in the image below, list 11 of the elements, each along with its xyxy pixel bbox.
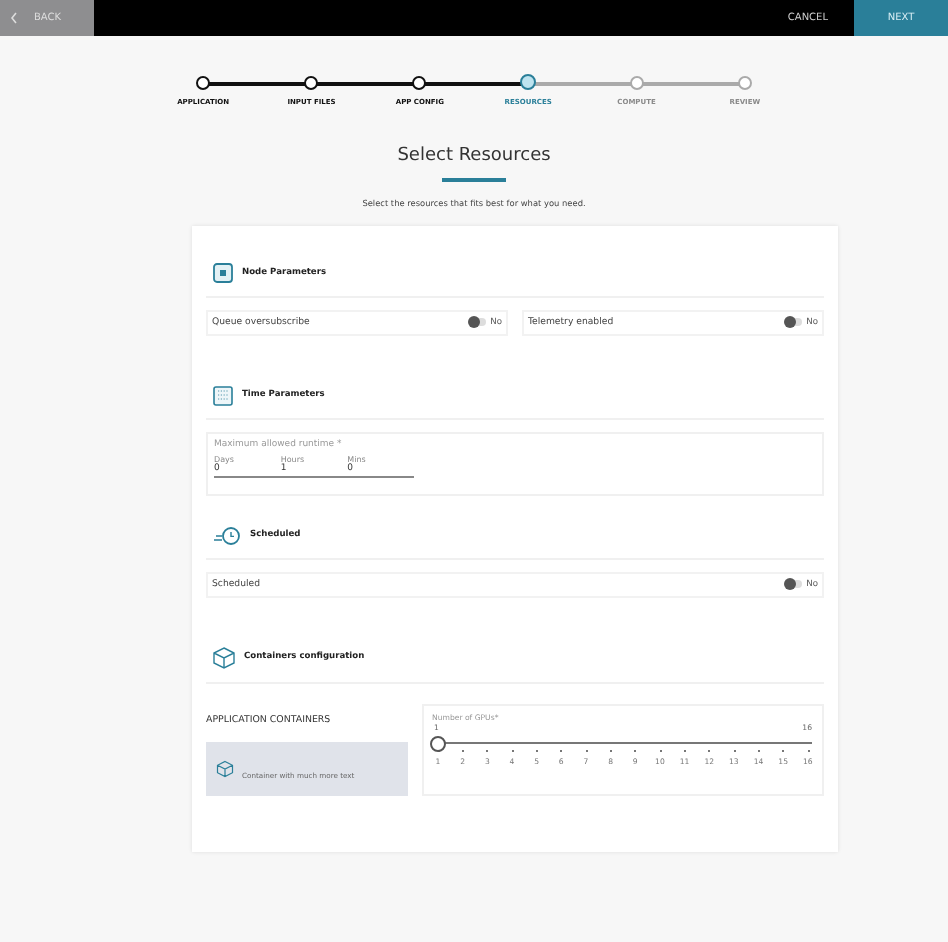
calendar-icon [212, 383, 234, 405]
cube-icon [212, 645, 236, 669]
toggle-switch[interactable] [786, 318, 803, 326]
cube-icon [216, 759, 234, 777]
slider-thumb[interactable] [430, 735, 446, 751]
toggle-switch[interactable] [786, 580, 803, 588]
chip-icon [212, 261, 234, 283]
page-title: Select Resources [395, 146, 553, 166]
clock-icon [212, 523, 242, 545]
toggle-switch[interactable] [470, 318, 487, 326]
chevron-left-icon [10, 12, 18, 24]
